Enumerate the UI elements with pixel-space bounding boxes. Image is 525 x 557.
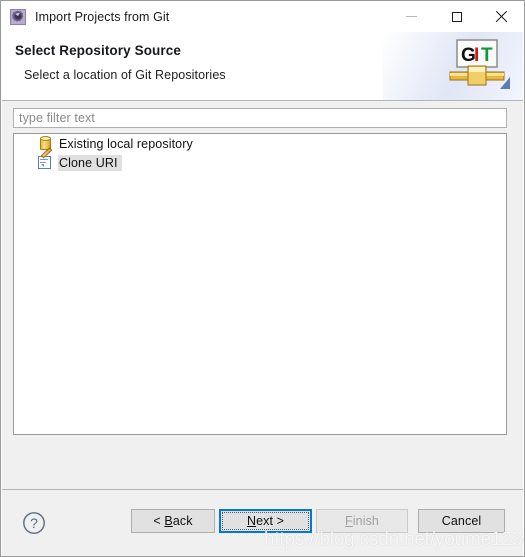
list-item-existing-local-repository[interactable]: Existing local repository	[14, 134, 506, 153]
window-title: Import Projects from Git	[35, 9, 170, 24]
list-item-clone-uri[interactable]: Clone URI	[14, 146, 506, 172]
svg-text:T: T	[481, 45, 493, 66]
list-item-label: Existing local repository	[59, 136, 193, 151]
close-icon	[495, 10, 508, 23]
page-subtitle: Select a location of Git Repositories	[24, 68, 226, 82]
next-button-label: Next >	[246, 514, 285, 528]
eclipse-gear-icon	[10, 8, 26, 25]
search-input-placeholder: type filter text	[19, 111, 95, 125]
import-projects-dialog: Import Projects from Git Select Reposito…	[0, 0, 525, 557]
list-item-label: Clone URI	[58, 154, 122, 171]
search-input[interactable]: type filter text	[13, 108, 507, 128]
minimize-icon	[406, 16, 417, 17]
finish-button[interactable]: Finish	[316, 509, 408, 533]
minimize-button[interactable]	[389, 1, 434, 32]
finish-button-label: Finish	[345, 514, 379, 528]
git-logo-icon: G I T	[444, 39, 510, 95]
cancel-button[interactable]: Cancel	[418, 509, 505, 533]
next-button[interactable]: Next >	[219, 509, 312, 533]
maximize-icon	[451, 11, 462, 22]
window-controls	[389, 1, 524, 32]
help-icon-glyph: ?	[30, 515, 38, 531]
back-button-label: < Back	[153, 514, 193, 528]
clone-uri-page-pencil-icon	[37, 146, 53, 171]
repository-source-list[interactable]: Existing local repository Clone URI	[13, 133, 507, 435]
close-button[interactable]	[479, 1, 524, 32]
dialog-content: type filter text Existing local reposito…	[2, 101, 523, 489]
back-button[interactable]: < Back	[131, 509, 215, 533]
next-button-focus-ring: Next >	[222, 512, 309, 530]
cancel-button-label: Cancel	[441, 514, 482, 528]
help-button[interactable]: ?	[22, 511, 46, 535]
wizard-header: Select Repository Source Select a locati…	[2, 32, 523, 101]
svg-text:I: I	[474, 45, 479, 66]
maximize-button[interactable]	[434, 1, 479, 32]
title-bar: Import Projects from Git	[1, 1, 524, 32]
page-title: Select Repository Source	[15, 43, 181, 58]
